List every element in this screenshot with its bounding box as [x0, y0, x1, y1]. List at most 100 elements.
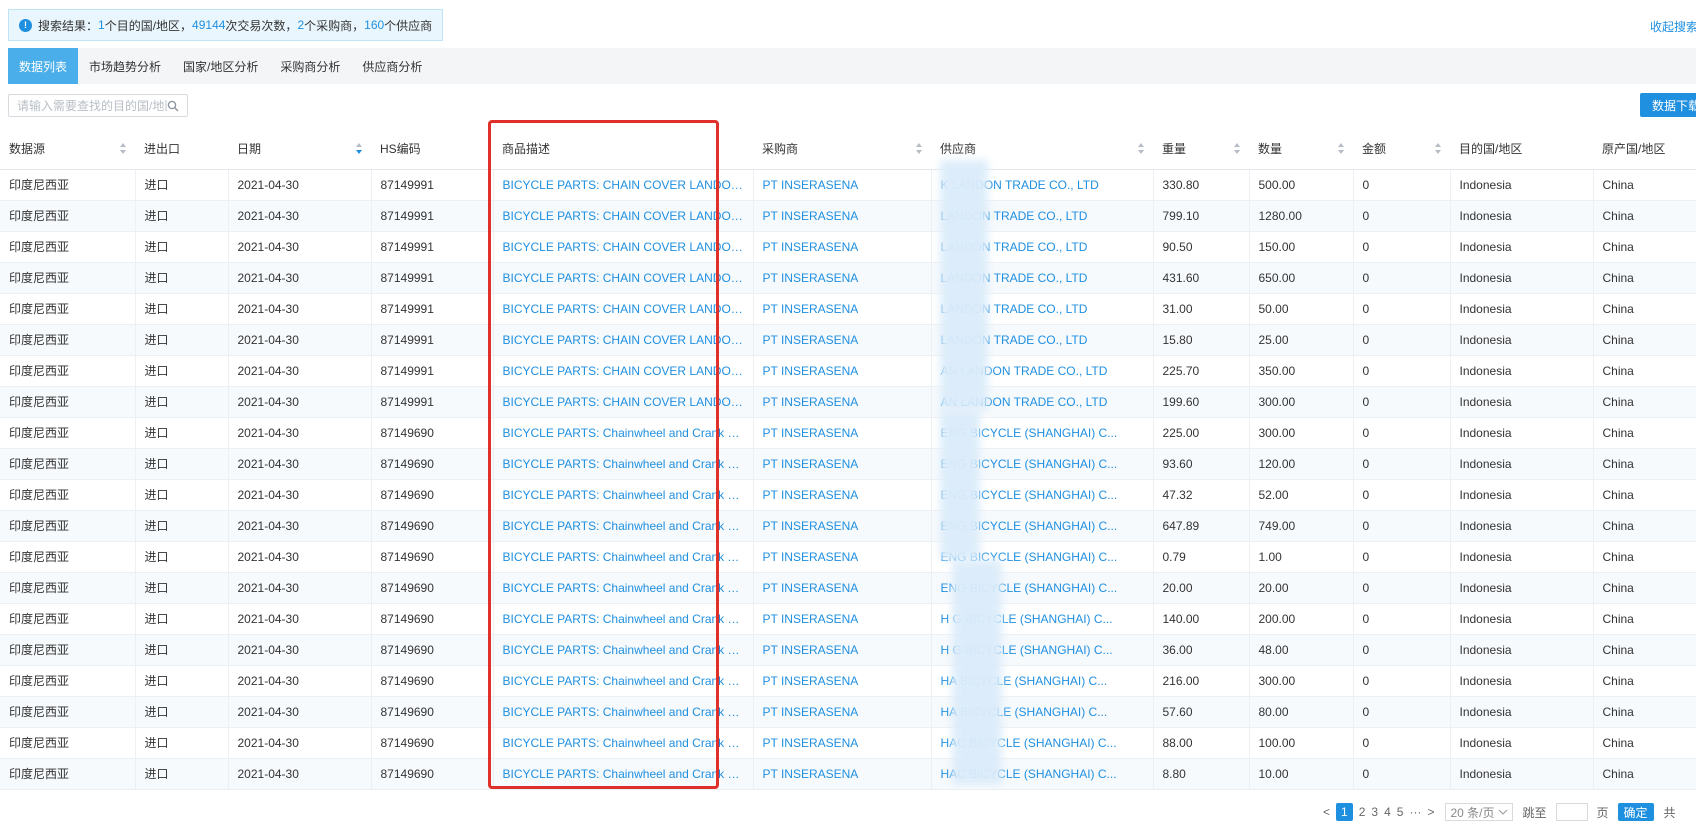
cell-description[interactable]: BICYCLE PARTS: Chainwheel and Crank SOLI…: [493, 634, 754, 666]
cell-description[interactable]: BICYCLE PARTS: CHAIN COVER LANDON H...: [493, 169, 754, 201]
table-row[interactable]: 印度尼西亚 进口 2021-04-30 87149690 BICYCLE PARTS: …: [0, 758, 1696, 790]
table-row[interactable]: 印度尼西亚 进口 2021-04-30 87149690 BICYCLE PARTS: …: [0, 417, 1696, 449]
col-header-amount[interactable]: 金额: [1353, 128, 1450, 170]
cell-supplier[interactable]: ENG BICYCLE (SHANGHAI) C...: [931, 479, 1154, 511]
cell-supplier[interactable]: AN LANDON TRADE CO., LTD: [931, 386, 1154, 418]
cell-buyer[interactable]: PT INSERASENA: [753, 727, 932, 759]
cell-buyer[interactable]: PT INSERASENA: [753, 603, 932, 635]
cell-supplier[interactable]: LANDON TRADE CO., LTD: [931, 231, 1154, 263]
cell-buyer[interactable]: PT INSERASENA: [753, 696, 932, 728]
cell-buyer[interactable]: PT INSERASENA: [753, 758, 932, 790]
cell-supplier[interactable]: HAC BICYCLE (SHANGHAI) C...: [931, 727, 1154, 759]
cell-supplier[interactable]: ENG BICYCLE (SHANGHAI) C...: [931, 541, 1154, 573]
sort-icon[interactable]: [1338, 143, 1345, 155]
table-row[interactable]: 印度尼西亚 进口 2021-04-30 87149991 BICYCLE PARTS: …: [0, 386, 1696, 418]
cell-buyer[interactable]: PT INSERASENA: [753, 510, 932, 542]
cell-supplier[interactable]: ENG BICYCLE (SHANGHAI) C...: [931, 448, 1154, 480]
cell-description[interactable]: BICYCLE PARTS: CHAIN COVER LANDON X...: [493, 324, 754, 356]
cell-supplier[interactable]: LANDON TRADE CO., LTD: [931, 293, 1154, 325]
cell-description[interactable]: BICYCLE PARTS: Chainwheel and Crank BUR.…: [493, 417, 754, 449]
cell-supplier[interactable]: HA BICYCLE (SHANGHAI) C...: [931, 696, 1154, 728]
table-row[interactable]: 印度尼西亚 进口 2021-04-30 87149991 BICYCLE PARTS: …: [0, 293, 1696, 325]
cell-supplier[interactable]: HA BICYCLE (SHANGHAI) C...: [931, 665, 1154, 697]
cell-description[interactable]: BICYCLE PARTS: Chainwheel and Crank SOLI…: [493, 448, 754, 480]
sort-icon[interactable]: [1138, 143, 1145, 155]
cell-description[interactable]: BICYCLE PARTS: Chainwheel and Crank P-2.…: [493, 479, 754, 511]
page-4-button[interactable]: 4: [1384, 805, 1391, 819]
table-row[interactable]: 印度尼西亚 进口 2021-04-30 87149690 BICYCLE PARTS: …: [0, 572, 1696, 604]
tab-data-list[interactable]: 数据列表: [8, 48, 79, 84]
page-1-button[interactable]: 1: [1336, 803, 1353, 821]
cell-supplier[interactable]: LANDON TRADE CO., LTD: [931, 324, 1154, 356]
cell-description[interactable]: BICYCLE PARTS: CHAIN COVER LANDON H...: [493, 293, 754, 325]
cell-buyer[interactable]: PT INSERASENA: [753, 324, 932, 356]
cell-buyer[interactable]: PT INSERASENA: [753, 169, 932, 201]
page-5-button[interactable]: 5: [1397, 805, 1404, 819]
cell-description[interactable]: BICYCLE PARTS: CHAIN COVER LANDON H...: [493, 262, 754, 294]
cell-buyer[interactable]: PT INSERASENA: [753, 448, 932, 480]
cell-description[interactable]: BICYCLE PARTS: Chainwheel and Crank PRO.…: [493, 696, 754, 728]
table-row[interactable]: 印度尼西亚 进口 2021-04-30 87149991 BICYCLE PARTS: …: [0, 324, 1696, 356]
cell-buyer[interactable]: PT INSERASENA: [753, 479, 932, 511]
col-header-supplier[interactable]: 供应商: [931, 128, 1153, 170]
confirm-jump-button[interactable]: 确定: [1617, 803, 1654, 821]
cell-supplier[interactable]: LANDON TRADE CO., LTD: [931, 262, 1154, 294]
table-row[interactable]: 印度尼西亚 进口 2021-04-30 87149690 BICYCLE PARTS: …: [0, 665, 1696, 697]
cell-description[interactable]: BICYCLE PARTS: Chainwheel and Crank CU..…: [493, 758, 754, 790]
cell-description[interactable]: BICYCLE PARTS: Chainwheel and Crank TN-.…: [493, 541, 754, 573]
jump-page-input[interactable]: [1555, 803, 1588, 821]
cell-buyer[interactable]: PT INSERASENA: [753, 417, 932, 449]
cell-supplier[interactable]: AN LANDON TRADE CO., LTD: [931, 355, 1154, 387]
sort-icon[interactable]: [1435, 143, 1442, 155]
table-row[interactable]: 印度尼西亚 进口 2021-04-30 87149991 BICYCLE PARTS: …: [0, 355, 1696, 387]
cell-buyer[interactable]: PT INSERASENA: [753, 665, 932, 697]
cell-buyer[interactable]: PT INSERASENA: [753, 634, 932, 666]
destination-search-input[interactable]: [17, 98, 167, 113]
col-header-source[interactable]: 数据源: [0, 128, 135, 170]
table-row[interactable]: 印度尼西亚 进口 2021-04-30 87149991 BICYCLE PARTS: …: [0, 169, 1696, 201]
prev-page-button[interactable]: <: [1323, 805, 1330, 819]
sort-icon[interactable]: [1234, 143, 1241, 155]
cell-buyer[interactable]: PT INSERASENA: [753, 386, 932, 418]
page-2-button[interactable]: 2: [1359, 805, 1366, 819]
col-header-buyer[interactable]: 采购商: [753, 128, 931, 170]
table-row[interactable]: 印度尼西亚 进口 2021-04-30 87149690 BICYCLE PARTS: …: [0, 696, 1696, 728]
tab-country-analysis[interactable]: 国家/地区分析: [172, 48, 269, 84]
col-header-weight[interactable]: 重量: [1153, 128, 1249, 170]
tab-market-trend[interactable]: 市场趋势分析: [78, 48, 172, 84]
cell-buyer[interactable]: PT INSERASENA: [753, 541, 932, 573]
col-header-date[interactable]: 日期: [228, 128, 371, 170]
sort-icon[interactable]: [356, 143, 363, 155]
table-row[interactable]: 印度尼西亚 进口 2021-04-30 87149690 BICYCLE PARTS: …: [0, 448, 1696, 480]
cell-supplier[interactable]: ENG BICYCLE (SHANGHAI) C...: [931, 417, 1154, 449]
cell-description[interactable]: BICYCLE PARTS: CHAIN COVER LANDON FU...: [493, 231, 754, 263]
cell-supplier[interactable]: ENG BICYCLE (SHANGHAI) C...: [931, 510, 1154, 542]
cell-description[interactable]: BICYCLE PARTS: Chainwheel and Crank CU..…: [493, 727, 754, 759]
search-icon[interactable]: [167, 100, 179, 112]
cell-description[interactable]: BICYCLE PARTS: CHAIN COVER LANDON H...: [493, 200, 754, 232]
table-row[interactable]: 印度尼西亚 进口 2021-04-30 87149690 BICYCLE PARTS: …: [0, 634, 1696, 666]
cell-supplier[interactable]: HAC BICYCLE (SHANGHAI) C...: [931, 758, 1154, 790]
table-row[interactable]: 印度尼西亚 进口 2021-04-30 87149690 BICYCLE PARTS: …: [0, 510, 1696, 542]
sort-icon[interactable]: [120, 143, 127, 155]
table-row[interactable]: 印度尼西亚 进口 2021-04-30 87149991 BICYCLE PARTS: …: [0, 200, 1696, 232]
cell-description[interactable]: BICYCLE PARTS: Chainwheel and Crank P-2.…: [493, 510, 754, 542]
cell-description[interactable]: BICYCLE PARTS: Chainwheel and Crank TA-.…: [493, 572, 754, 604]
cell-buyer[interactable]: PT INSERASENA: [753, 572, 932, 604]
col-header-quantity[interactable]: 数量: [1249, 128, 1353, 170]
cell-buyer[interactable]: PT INSERASENA: [753, 200, 932, 232]
collapse-search-link[interactable]: 收起搜索: [1650, 18, 1696, 35]
more-pages-ellipsis[interactable]: ···: [1409, 805, 1421, 819]
data-download-button[interactable]: 数据下载: [1640, 93, 1696, 117]
cell-description[interactable]: BICYCLE PARTS: Chainwheel and Crank PRO.…: [493, 665, 754, 697]
table-row[interactable]: 印度尼西亚 进口 2021-04-30 87149690 BICYCLE PARTS: …: [0, 541, 1696, 573]
table-row[interactable]: 印度尼西亚 进口 2021-04-30 87149690 BICYCLE PARTS: …: [0, 479, 1696, 511]
cell-supplier[interactable]: H G BICYCLE (SHANGHAI) C...: [931, 603, 1154, 635]
tab-supplier-analysis[interactable]: 供应商分析: [351, 48, 433, 84]
cell-supplier[interactable]: LANDON TRADE CO., LTD: [931, 200, 1154, 232]
cell-buyer[interactable]: PT INSERASENA: [753, 293, 932, 325]
cell-supplier[interactable]: ENG BICYCLE (SHANGHAI) C...: [931, 572, 1154, 604]
cell-buyer[interactable]: PT INSERASENA: [753, 355, 932, 387]
cell-supplier[interactable]: H G BICYCLE (SHANGHAI) C...: [931, 634, 1154, 666]
table-row[interactable]: 印度尼西亚 进口 2021-04-30 87149690 BICYCLE PARTS: …: [0, 727, 1696, 759]
